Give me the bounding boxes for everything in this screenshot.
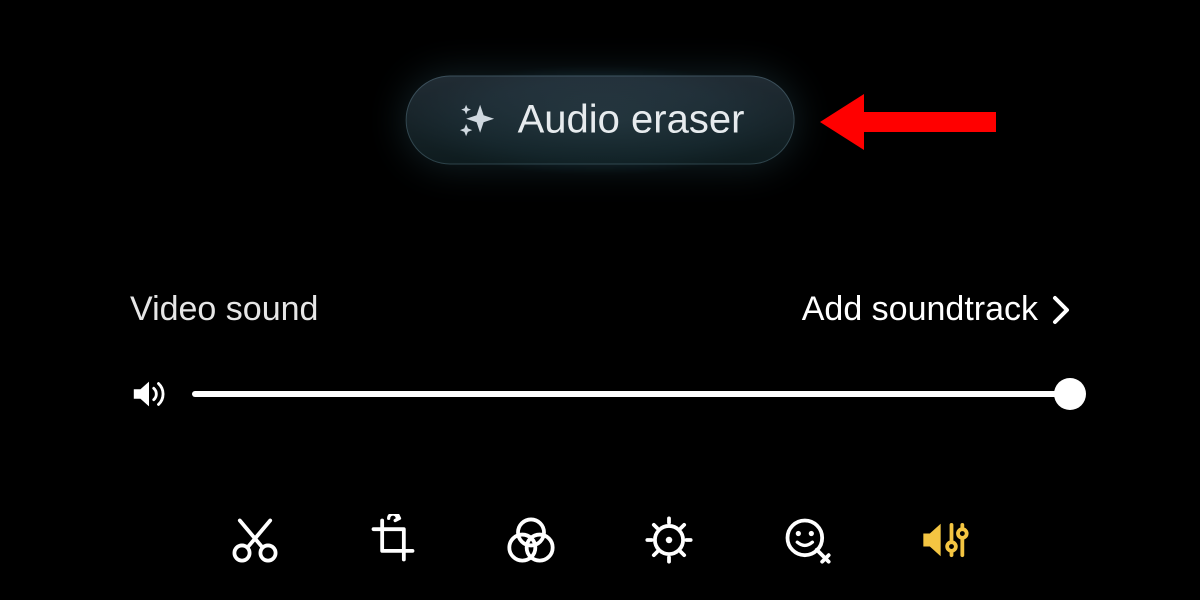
speaker-loud-icon: [130, 375, 168, 413]
sparkle-icon: [456, 99, 498, 141]
add-soundtrack-label: Add soundtrack: [802, 290, 1038, 329]
editor-toolbar: [0, 510, 1200, 570]
add-soundtrack-button[interactable]: Add soundtrack: [802, 290, 1070, 329]
emoji-pencil-icon: [781, 514, 833, 566]
adjust-dial-icon: [643, 514, 695, 566]
scissors-icon: [229, 514, 281, 566]
tool-trim-button[interactable]: [225, 510, 285, 570]
tool-audio-button[interactable]: [915, 510, 975, 570]
volume-slider-thumb[interactable]: [1054, 378, 1086, 410]
audio-eraser-button[interactable]: Audio eraser: [406, 76, 795, 165]
tool-markup-button[interactable]: [777, 510, 837, 570]
audio-eraser-label: Audio eraser: [518, 98, 745, 143]
tool-filters-button[interactable]: [501, 510, 561, 570]
tool-adjust-button[interactable]: [639, 510, 699, 570]
annotation-arrow-icon: [820, 94, 1000, 150]
volume-slider-track: [192, 391, 1070, 397]
volume-slider[interactable]: [192, 378, 1070, 410]
video-sound-title: Video sound: [130, 290, 318, 329]
tool-crop-button[interactable]: [363, 510, 423, 570]
audio-sliders-icon: [919, 514, 971, 566]
chevron-right-icon: [1052, 295, 1070, 325]
filter-circles-icon: [505, 514, 557, 566]
crop-rotate-icon: [367, 514, 419, 566]
